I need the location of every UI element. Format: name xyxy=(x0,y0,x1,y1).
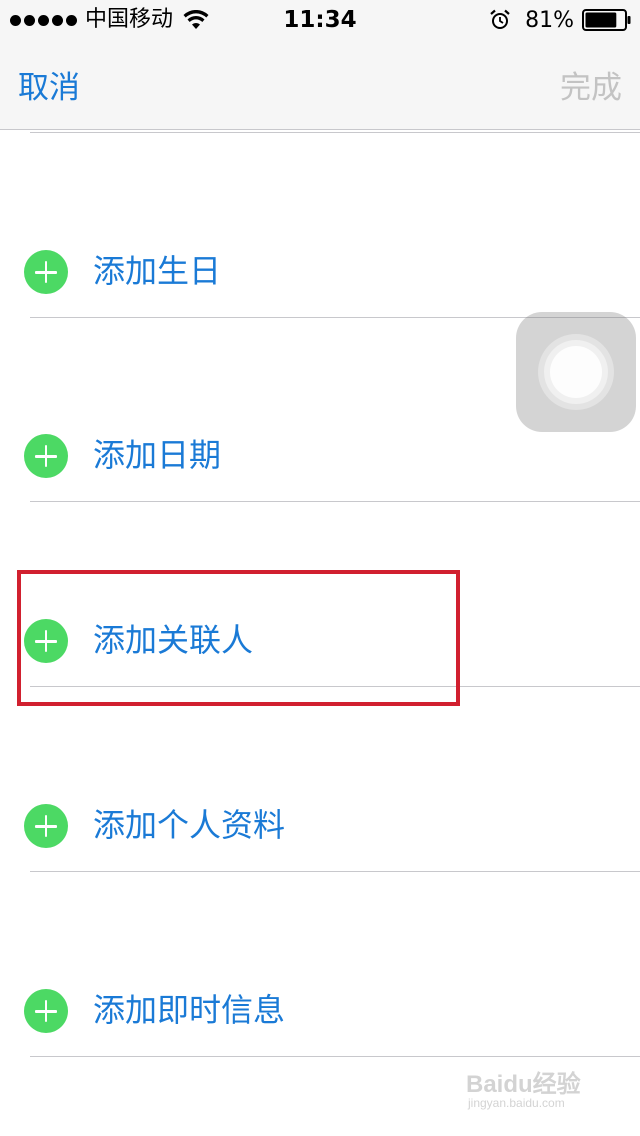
add-date-label: 添加日期 xyxy=(93,436,222,474)
add-circle-icon[interactable] xyxy=(24,804,68,848)
battery-icon xyxy=(582,9,631,31)
watermark-sub: jingyan.baidu.com xyxy=(468,1096,565,1110)
add-instant-message-row[interactable]: 添加即时信息 xyxy=(0,965,640,1057)
add-social-profile-row[interactable]: 添加个人资料 xyxy=(0,780,640,872)
add-circle-icon[interactable] xyxy=(24,434,68,478)
done-button[interactable]: 完成 xyxy=(560,62,622,107)
separator xyxy=(30,871,640,872)
add-instant-message-label: 添加即时信息 xyxy=(93,991,286,1029)
add-birthday-label: 添加生日 xyxy=(93,252,222,290)
baidu-watermark: Baidu经验 jingyan.baidu.com xyxy=(466,1064,616,1114)
watermark-main: Baidu经验 xyxy=(466,1071,581,1098)
status-right: 81% xyxy=(489,4,632,36)
add-birthday-row[interactable]: 添加生日 xyxy=(0,226,640,318)
add-circle-icon[interactable] xyxy=(24,989,68,1033)
status-bar: 中国移动 11:34 81% xyxy=(0,0,640,40)
assistive-touch-center xyxy=(550,346,602,398)
add-social-profile-label: 添加个人资料 xyxy=(93,806,286,844)
assistive-touch-button[interactable] xyxy=(516,312,636,432)
separator xyxy=(30,501,640,502)
alarm-icon xyxy=(490,9,510,29)
separator xyxy=(30,1056,640,1057)
separator xyxy=(30,132,640,133)
cancel-button[interactable]: 取消 xyxy=(18,62,80,107)
add-circle-icon[interactable] xyxy=(24,250,68,294)
nav-bar: 取消 完成 xyxy=(0,40,640,130)
highlight-annotation xyxy=(17,570,460,706)
battery-percent: 81% xyxy=(525,7,574,33)
